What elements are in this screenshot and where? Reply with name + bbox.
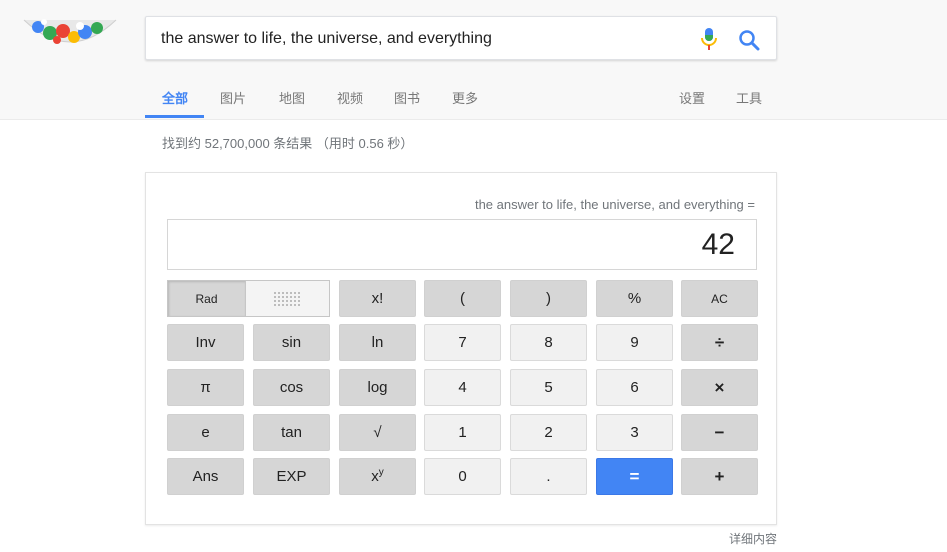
power-base-label: x bbox=[371, 468, 379, 485]
sqrt-key[interactable]: √ bbox=[339, 414, 416, 451]
digit-2-key[interactable]: 2 bbox=[510, 414, 587, 451]
plus-key[interactable]: + bbox=[681, 458, 758, 495]
digit-7-key[interactable]: 7 bbox=[424, 324, 501, 361]
search-box[interactable] bbox=[145, 16, 777, 60]
ans-key[interactable]: Ans bbox=[167, 458, 244, 495]
minus-key[interactable]: − bbox=[681, 414, 758, 451]
tab-tools[interactable]: 工具 bbox=[736, 88, 762, 107]
digit-0-key[interactable]: 0 bbox=[424, 458, 501, 495]
sin-key[interactable]: sin bbox=[253, 324, 330, 361]
active-tab-indicator bbox=[145, 115, 204, 118]
tab-books[interactable]: 图书 bbox=[394, 88, 420, 107]
close-paren-key[interactable]: ) bbox=[510, 280, 587, 317]
more-info-link[interactable]: 详细内容 bbox=[729, 530, 777, 547]
search-tabs: 全部 图片 地图 视频 图书 更多 设置 工具 bbox=[0, 80, 947, 119]
pi-key[interactable]: π bbox=[167, 369, 244, 406]
calculator-display: 42 bbox=[167, 219, 757, 270]
tab-all[interactable]: 全部 bbox=[162, 88, 188, 107]
microphone-icon[interactable] bbox=[701, 27, 717, 51]
digit-1-key[interactable]: 1 bbox=[424, 414, 501, 451]
power-key[interactable]: xy bbox=[339, 458, 416, 495]
log-key[interactable]: log bbox=[339, 369, 416, 406]
all-clear-key[interactable]: AC bbox=[681, 280, 758, 317]
digit-5-key[interactable]: 5 bbox=[510, 369, 587, 406]
equals-key[interactable]: = bbox=[596, 458, 673, 495]
inverse-key[interactable]: Inv bbox=[167, 324, 244, 361]
tab-maps[interactable]: 地图 bbox=[279, 88, 305, 107]
decimal-point-key[interactable]: . bbox=[510, 458, 587, 495]
tab-videos[interactable]: 视频 bbox=[337, 88, 363, 107]
ln-key[interactable]: ln bbox=[339, 324, 416, 361]
exp-key[interactable]: EXP bbox=[253, 458, 330, 495]
digit-3-key[interactable]: 3 bbox=[596, 414, 673, 451]
open-paren-key[interactable]: ( bbox=[424, 280, 501, 317]
cos-key[interactable]: cos bbox=[253, 369, 330, 406]
search-input[interactable] bbox=[161, 27, 681, 51]
tan-key[interactable]: tan bbox=[253, 414, 330, 451]
calculator-expression: the answer to life, the universe, and ev… bbox=[474, 197, 755, 212]
euler-key[interactable]: e bbox=[167, 414, 244, 451]
tab-more[interactable]: 更多 bbox=[452, 88, 478, 107]
calculator-result: 42 bbox=[701, 228, 735, 261]
angle-mode-toggle[interactable]: Rad bbox=[167, 280, 330, 317]
divide-key[interactable]: ÷ bbox=[681, 324, 758, 361]
factorial-key[interactable]: x! bbox=[339, 280, 416, 317]
rad-button[interactable]: Rad bbox=[168, 281, 246, 316]
search-icon[interactable] bbox=[738, 29, 760, 51]
digit-9-key[interactable]: 9 bbox=[596, 324, 673, 361]
calculator-card: the answer to life, the universe, and ev… bbox=[145, 172, 777, 525]
tab-settings[interactable]: 设置 bbox=[679, 88, 705, 107]
digit-8-key[interactable]: 8 bbox=[510, 324, 587, 361]
header: 全部 图片 地图 视频 图书 更多 设置 工具 bbox=[0, 0, 947, 120]
dots-grid-icon bbox=[273, 291, 300, 306]
doodle-logo[interactable] bbox=[22, 18, 118, 52]
percent-key[interactable]: % bbox=[596, 280, 673, 317]
multiply-key[interactable]: × bbox=[681, 369, 758, 406]
digit-6-key[interactable]: 6 bbox=[596, 369, 673, 406]
digit-4-key[interactable]: 4 bbox=[424, 369, 501, 406]
tab-images[interactable]: 图片 bbox=[220, 88, 246, 107]
power-exponent-label: y bbox=[378, 467, 384, 478]
deg-button[interactable] bbox=[246, 281, 329, 316]
result-stats: 找到约 52,700,000 条结果 （用时 0.56 秒） bbox=[162, 136, 414, 151]
